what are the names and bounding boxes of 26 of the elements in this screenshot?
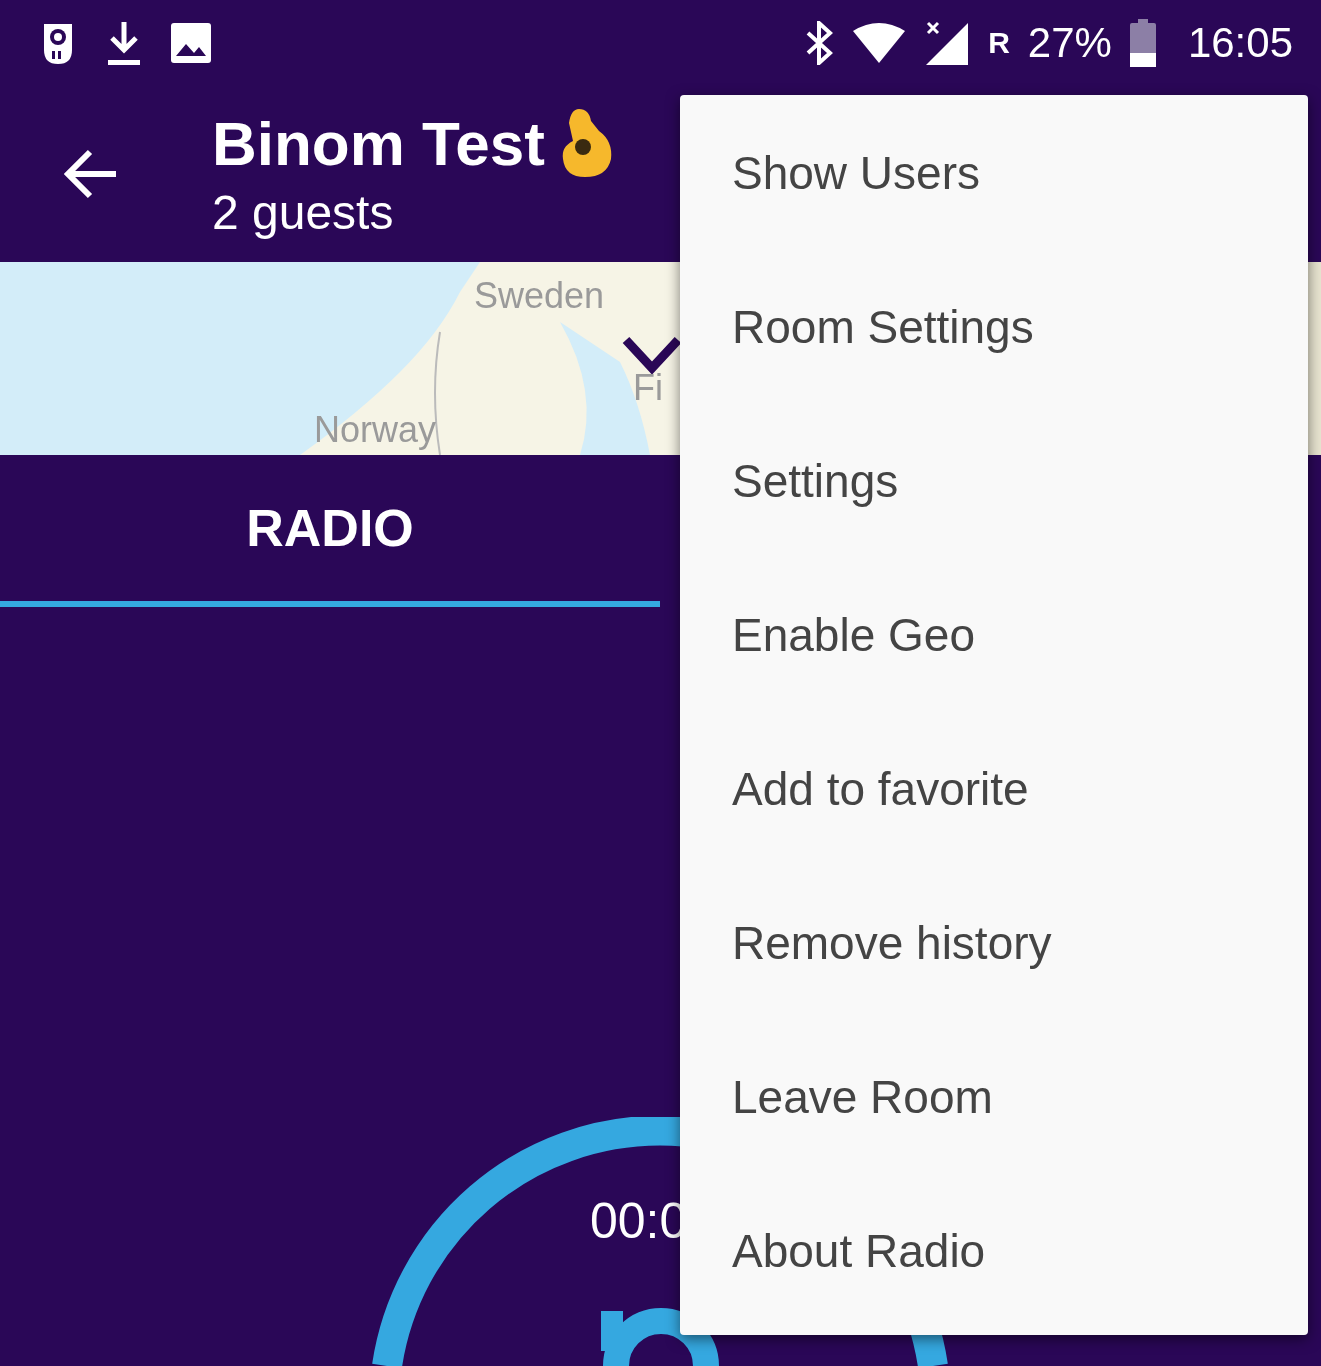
room-title: Binom Test [212,107,545,179]
roaming-indicator: R [988,25,1010,60]
clock: 16:05 [1187,18,1293,67]
bluetooth-icon [804,20,835,65]
signal-icon [924,20,971,65]
map-label: Fi [633,370,663,406]
image-icon [170,21,212,64]
tab[interactable]: RADIO [0,455,660,607]
menu-item[interactable]: Settings [680,404,1308,558]
back-arrow-icon [62,147,118,200]
map-label: Norway [314,412,437,448]
menu-item[interactable]: Room Settings [680,250,1308,404]
menu-item[interactable]: Show Users [680,96,1308,250]
menu-item[interactable]: About Radio [680,1174,1308,1328]
battery-icon [1129,18,1156,67]
guest-count: 2 guests [212,185,395,240]
battery-percentage: 27% [1027,18,1112,67]
wifi-icon [852,22,907,63]
menu-item[interactable]: Remove history [680,866,1308,1020]
menu-item[interactable]: Leave Room [680,1020,1308,1174]
download-icon [106,19,142,66]
map-marker-icon [622,336,682,374]
back-button[interactable] [62,147,118,200]
menu-item[interactable]: Enable Geo [680,558,1308,712]
menu-item[interactable]: Add to favorite [680,712,1308,866]
map-label: Sweden [474,278,605,314]
